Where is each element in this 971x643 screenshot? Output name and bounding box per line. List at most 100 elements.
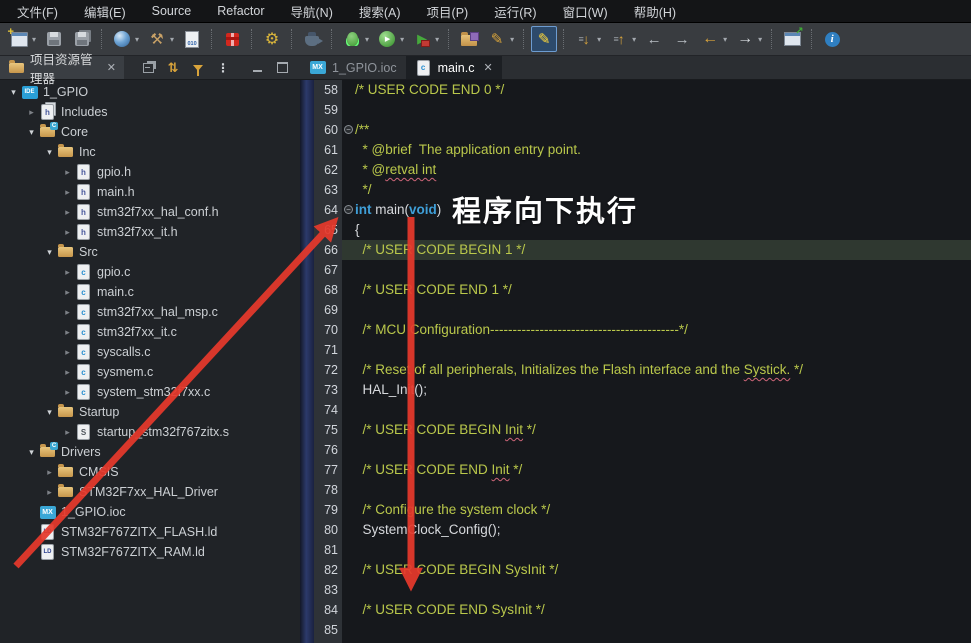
chevron-right-icon[interactable]: ▸ [60,167,75,178]
tree-item-stm32f767zitx-flash-ld[interactable]: LD STM32F767ZITX_FLASH.ld [0,522,300,542]
code-text[interactable]: /* USER CODE END SysInit */ [355,600,971,620]
code-text[interactable]: /* Reset of all peripherals, Initializes… [355,360,971,380]
tree-item-inc[interactable]: ▾ Inc [0,142,300,162]
prev-annotation-icon[interactable]: ≡ ↑ ▾ [606,26,639,52]
tree-item-gpio-h[interactable]: ▸ h gpio.h [0,162,300,182]
open-perspective-icon[interactable] [779,26,805,52]
tree-item-stm32f7xx-it-c[interactable]: ▸ c stm32f7xx_it.c [0,322,300,342]
chevron-right-icon[interactable]: ▸ [24,107,39,118]
tree-item-main-c[interactable]: ▸ c main.c [0,282,300,302]
code-text[interactable]: SystemClock_Config(); [355,520,971,540]
line-number[interactable]: 82 [314,560,342,580]
chevron-right-icon[interactable]: ▸ [42,467,57,478]
tree-item-startup[interactable]: ▾ Startup [0,402,300,422]
view-menu-icon[interactable]: ⋮ [215,60,231,76]
menu-item[interactable]: 窗口(W) [550,2,621,21]
code-text[interactable]: /* USER CODE BEGIN 1 */ [355,240,971,260]
line-number[interactable]: 59 [314,100,342,120]
minimize-icon[interactable] [249,60,265,76]
fold-marker-icon[interactable]: − [344,125,353,134]
filter-icon[interactable] [190,60,206,76]
menu-item[interactable]: 文件(F) [4,2,71,21]
line-number[interactable]: 64 [314,200,342,220]
line-number[interactable]: 76 [314,440,342,460]
code-text[interactable]: HAL_Init(); [355,380,971,400]
line-number[interactable]: 72 [314,360,342,380]
code-text[interactable] [355,620,971,640]
info-icon[interactable]: i [819,26,845,52]
code-text[interactable] [355,480,971,500]
line-number[interactable]: 58 [314,80,342,100]
chevron-right-icon[interactable]: ▸ [60,207,75,218]
code-text[interactable]: /* USER CODE END 1 */ [355,280,971,300]
chevron-right-icon[interactable]: ▸ [60,187,75,198]
back-arrow-icon[interactable]: ← ▾ [697,26,730,52]
line-number[interactable]: 65 [314,220,342,240]
code-text[interactable] [355,400,971,420]
code-text[interactable] [355,580,971,600]
debug-bug-icon[interactable]: ▾ [339,26,372,52]
tree-item-startup-stm32f767zitx-s[interactable]: ▸ Sstartup_stm32f767zitx.s [0,422,300,442]
line-number[interactable]: 84 [314,600,342,620]
run-icon[interactable]: ▾ [374,26,407,52]
tree-item-main-h[interactable]: ▸ h main.h [0,182,300,202]
code-text[interactable] [355,300,971,320]
build-sphere-icon[interactable]: ▾ [109,26,142,52]
tree-item-sysmem-c[interactable]: ▸ c sysmem.c [0,362,300,382]
line-number[interactable]: 68 [314,280,342,300]
code-text[interactable] [355,100,971,120]
line-number[interactable]: 74 [314,400,342,420]
line-number[interactable]: 67 [314,260,342,280]
tab-project-explorer[interactable]: 项目资源管理器 ✕ [0,53,124,86]
tree-item-src[interactable]: ▾ Src [0,242,300,262]
chevron-right-icon[interactable]: ▸ [60,307,75,318]
close-icon[interactable]: ✕ [107,61,116,74]
code-text[interactable] [355,260,971,280]
save-icon[interactable] [41,26,67,52]
chevron-right-icon[interactable]: ▸ [60,287,75,298]
binary-file-icon[interactable]: 010 [179,26,205,52]
tree-item-stm32f7xx-hal-msp-c[interactable]: ▸ c stm32f7xx_hal_msp.c [0,302,300,322]
chevron-down-icon[interactable]: ▾ [6,87,21,98]
code-text[interactable]: /* USER CODE END 0 */ [355,80,971,100]
left-ruler[interactable] [300,80,314,643]
tree-item-gpio-c[interactable]: ▸ c gpio.c [0,262,300,282]
line-number[interactable]: 81 [314,540,342,560]
fold-column[interactable]: − [342,200,355,220]
code-text[interactable]: /* USER CODE BEGIN Init */ [355,420,971,440]
editor-tab-1-gpio-ioc[interactable]: MX 1_GPIO.ioc [300,56,406,79]
forward-arrow-icon[interactable]: → ▾ [732,26,765,52]
line-number[interactable]: 66 [314,240,342,260]
collapse-all-icon[interactable] [140,60,156,76]
close-icon[interactable]: ✕ [483,61,492,74]
code-text[interactable] [355,540,971,560]
highlighter-icon[interactable]: ✎ [531,26,558,52]
menu-item[interactable]: 编辑(E) [71,2,139,21]
tree-item-cmsis[interactable]: ▸ CMSIS [0,462,300,482]
code-text[interactable]: /* MCU Configuration--------------------… [355,320,971,340]
code-text[interactable]: /* USER CODE BEGIN SysInit */ [355,560,971,580]
tree-item-includes[interactable]: ▸ h Includes [0,102,300,122]
next-annotation-icon[interactable]: ≡ ↓ ▾ [571,26,604,52]
tree-item-syscalls-c[interactable]: ▸ c syscalls.c [0,342,300,362]
tree-item-1-gpio-ioc[interactable]: MX 1_GPIO.ioc [0,502,300,522]
menu-item[interactable]: 帮助(H) [621,2,689,21]
chevron-down-icon[interactable]: ▾ [42,407,57,418]
code-text[interactable] [355,340,971,360]
forward-history-icon[interactable]: → [669,26,695,52]
line-number[interactable]: 78 [314,480,342,500]
code-text[interactable]: { [355,220,971,240]
external-tools-icon[interactable]: ▾ [409,26,442,52]
chevron-right-icon[interactable]: ▸ [42,487,57,498]
device-config-icon[interactable] [219,26,245,52]
menu-item[interactable]: Source [139,4,205,18]
line-number[interactable]: 80 [314,520,342,540]
back-history-icon[interactable]: ← [641,26,667,52]
line-number[interactable]: 83 [314,580,342,600]
tree-item-stm32f7xx-it-h[interactable]: ▸ h stm32f7xx_it.h [0,222,300,242]
menu-item[interactable]: 项目(P) [414,2,482,21]
code-text[interactable]: * @brief The application entry point. [355,140,971,160]
line-number[interactable]: 62 [314,160,342,180]
line-number[interactable]: 69 [314,300,342,320]
code-text[interactable]: /* USER CODE END Init */ [355,460,971,480]
